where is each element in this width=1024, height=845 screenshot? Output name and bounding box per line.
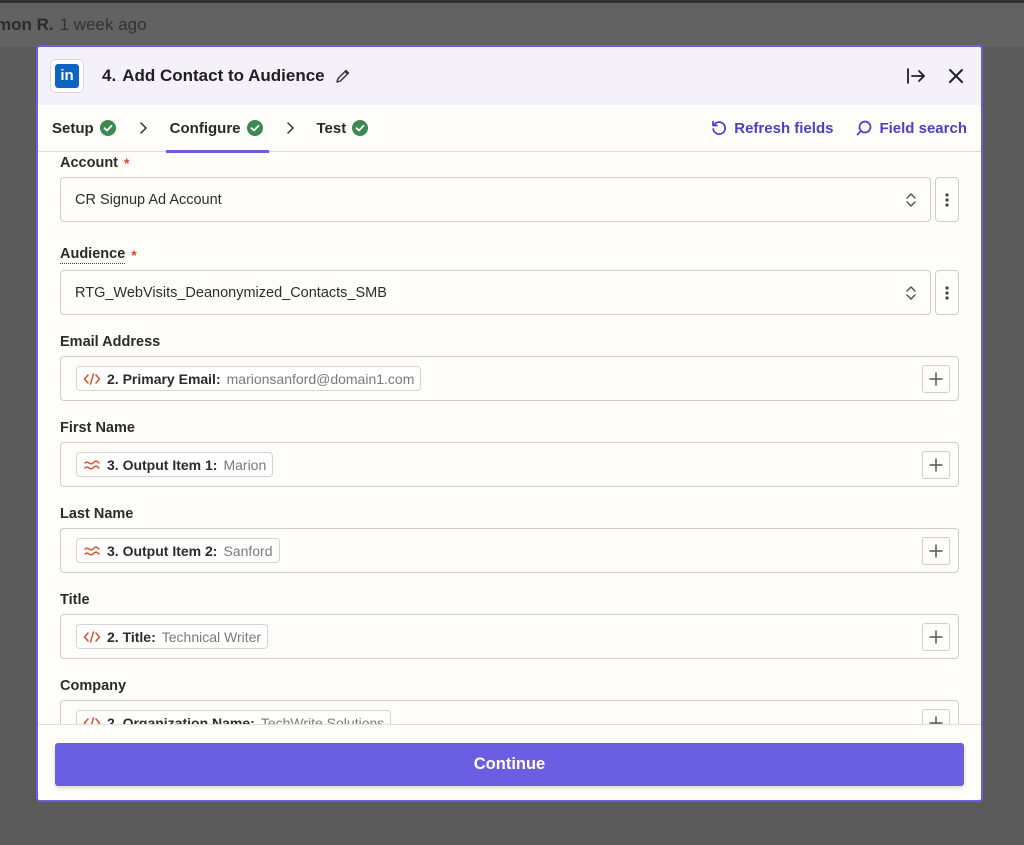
company-field[interactable]: 2. Organization Name: TechWrite Solution…: [60, 700, 959, 724]
insert-data-button[interactable]: [922, 365, 950, 393]
mapped-value-pill[interactable]: 3. Output Item 1: Marion: [76, 452, 274, 477]
last-name-field[interactable]: 3. Output Item 2: Sanford: [60, 528, 959, 573]
audience-value: RTG_WebVisits_Deanonymized_Contacts_SMB: [75, 284, 387, 301]
chevron-right-icon: [139, 122, 147, 134]
mapped-value-pill[interactable]: 3. Output Item 2: Sanford: [76, 538, 280, 563]
refresh-fields-label: Refresh fields: [734, 119, 834, 137]
mapped-value-pill[interactable]: 2. Title: Technical Writer: [76, 624, 269, 649]
email-field[interactable]: 2. Primary Email: marionsanford@domain1.…: [60, 356, 959, 401]
audience-label: Audience *: [60, 246, 137, 264]
tab-configure[interactable]: Configure: [165, 105, 269, 153]
tab-setup-label: Setup: [52, 119, 94, 137]
background-activity-header: mon R. 1 week ago: [0, 3, 1024, 47]
step-editor-modal: in 4. Add Contact to Audience Setup Conf…: [36, 45, 983, 802]
formatter-icon: [84, 545, 100, 556]
search-icon: [857, 120, 872, 136]
first-name-field[interactable]: 3. Output Item 1: Marion: [60, 442, 959, 487]
step-tabs: Setup Configure Test Refresh fields Fiel…: [38, 105, 981, 153]
close-icon[interactable]: [945, 65, 967, 87]
kebab-icon: [945, 192, 949, 207]
tab-test[interactable]: Test: [317, 105, 369, 152]
tab-setup[interactable]: Setup: [52, 105, 116, 152]
account-select[interactable]: CR Signup Ad Account: [60, 177, 931, 222]
title-field[interactable]: 2. Title: Technical Writer: [60, 614, 959, 659]
edit-pencil-icon[interactable]: [335, 68, 351, 84]
account-label: Account *: [60, 155, 130, 171]
audience-select[interactable]: RTG_WebVisits_Deanonymized_Contacts_SMB: [60, 270, 931, 315]
modal-footer: Continue: [38, 724, 981, 800]
background-time: 1 week ago: [59, 15, 147, 34]
updown-chevron-icon: [906, 193, 916, 207]
step-name: Add Contact to Audience: [122, 66, 325, 85]
plus-icon: [929, 372, 943, 386]
updown-chevron-icon: [906, 286, 916, 300]
last-name-label: Last Name: [60, 506, 134, 522]
refresh-icon: [712, 120, 727, 135]
title-label: Title: [60, 592, 90, 608]
email-label: Email Address: [60, 334, 161, 350]
formatter-icon: [84, 459, 100, 470]
insert-data-button[interactable]: [922, 709, 950, 724]
required-marker: *: [131, 247, 137, 263]
company-label: Company: [60, 678, 127, 694]
code-icon: [83, 716, 101, 724]
tab-test-label: Test: [316, 119, 347, 137]
mapped-value-pill[interactable]: 2. Organization Name: TechWrite Solution…: [76, 710, 392, 724]
step-title: 4. Add Contact to Audience: [102, 66, 351, 86]
check-circle-icon: [246, 120, 263, 136]
required-marker: *: [124, 155, 130, 171]
field-search-button[interactable]: Field search: [855, 119, 967, 137]
code-icon: [83, 630, 101, 643]
plus-icon: [929, 630, 943, 644]
field-search-label: Field search: [879, 119, 967, 137]
plus-icon: [929, 544, 943, 558]
configure-form: Account * CR Signup Ad Account Audience …: [38, 152, 981, 724]
plus-icon: [929, 716, 943, 724]
code-icon: [83, 372, 101, 385]
linkedin-logo-mark: in: [55, 64, 79, 88]
check-circle-icon: [99, 120, 116, 136]
check-circle-icon: [352, 120, 369, 136]
account-options-button[interactable]: [935, 177, 959, 222]
audience-options-button[interactable]: [935, 270, 959, 315]
modal-header: in 4. Add Contact to Audience: [38, 47, 981, 105]
refresh-fields-button[interactable]: Refresh fields: [710, 119, 833, 137]
insert-data-button[interactable]: [922, 537, 950, 565]
background-author: mon R.: [0, 15, 54, 34]
continue-button[interactable]: Continue: [55, 743, 964, 786]
kebab-icon: [945, 285, 949, 300]
tab-configure-label: Configure: [169, 119, 241, 137]
collapse-panel-icon[interactable]: [905, 65, 927, 87]
insert-data-button[interactable]: [922, 623, 950, 651]
mapped-value-pill[interactable]: 2. Primary Email: marionsanford@domain1.…: [76, 366, 422, 391]
plus-icon: [929, 458, 943, 472]
chevron-right-icon: [286, 122, 294, 134]
linkedin-app-icon: in: [50, 59, 84, 93]
account-value: CR Signup Ad Account: [75, 191, 222, 208]
insert-data-button[interactable]: [922, 451, 950, 479]
step-number: 4.: [102, 66, 117, 85]
first-name-label: First Name: [60, 420, 135, 436]
